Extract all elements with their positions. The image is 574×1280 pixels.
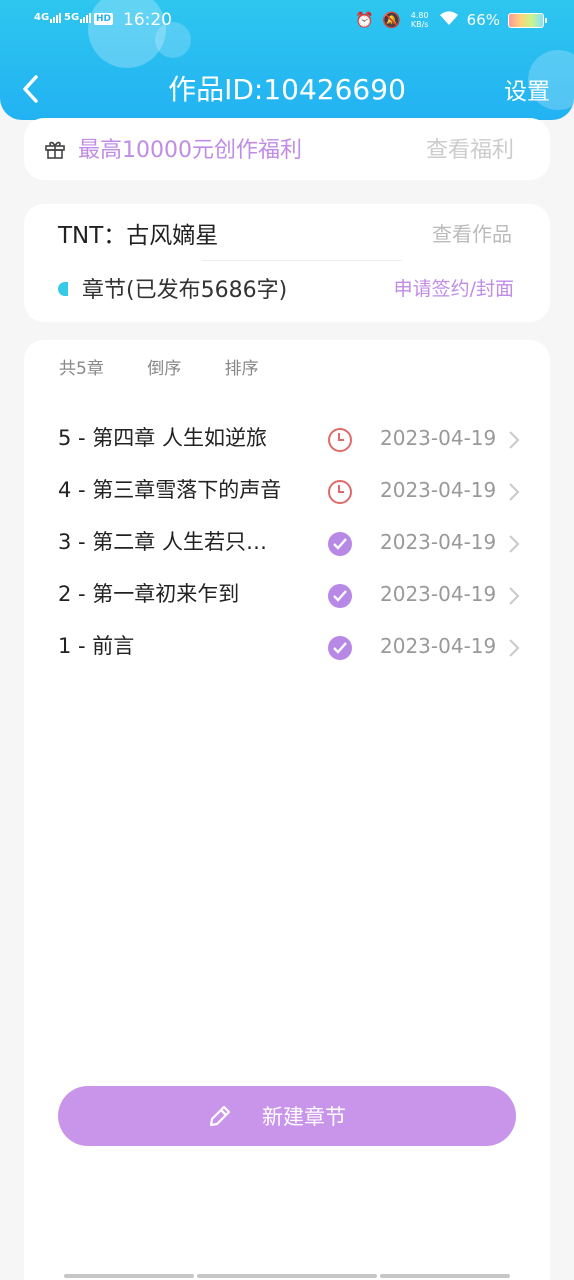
sort-button[interactable]: 排序	[225, 354, 259, 379]
clock-pending-icon	[328, 480, 352, 504]
clock-time: 16:20	[123, 10, 172, 30]
chevron-right-icon	[509, 639, 520, 657]
chapters-label: 章节(已发布5686字)	[82, 278, 288, 303]
view-benefits-link[interactable]: 查看福利	[426, 132, 514, 164]
chapter-title: 5 - 第四章 人生如逆旅	[58, 426, 267, 450]
chapter-date: 2023-04-19	[380, 582, 497, 606]
check-done-icon	[328, 532, 352, 556]
chapter-title: 3 - 第二章 人生若只…	[58, 530, 267, 554]
signal-icon: 5G	[64, 12, 92, 23]
chapter-date: 2023-04-19	[380, 426, 497, 450]
chapter-title: 2 - 第一章初来乍到	[58, 582, 240, 606]
status-bar: 4G 5G HD 16:20 ⏰ 🔕 4.80 KB/s 66%	[0, 8, 574, 36]
chapter-date: 2023-04-19	[380, 478, 497, 502]
chevron-right-icon	[509, 431, 520, 449]
new-chapter-label: 新建章节	[262, 1105, 346, 1129]
apply-sign-cover-link[interactable]: 申请签约/封面	[394, 274, 514, 301]
wifi-icon	[439, 10, 459, 30]
chapter-row[interactable]: 3 - 第二章 人生若只… 2023-04-19	[24, 522, 550, 566]
scroll-indicator	[197, 1274, 377, 1278]
hd-voice-icon: HD	[94, 13, 114, 25]
chapter-row[interactable]: 4 - 第三章雪落下的声音 2023-04-19	[24, 470, 550, 514]
scroll-indicator	[380, 1274, 510, 1278]
work-info-card: TNT：古风嫡星 查看作品 章节(已发布5686字) 申请签约/封面	[24, 204, 550, 322]
work-name: TNT：古风嫡星	[58, 223, 219, 249]
signal-icon: 4G	[34, 12, 62, 23]
section-marker-icon	[58, 282, 68, 296]
new-chapter-button[interactable]: 新建章节	[58, 1086, 516, 1146]
mute-icon: 🔕	[381, 11, 401, 29]
chapter-row[interactable]: 1 - 前言 2023-04-19	[24, 626, 550, 670]
chevron-right-icon	[509, 587, 520, 605]
chapter-title: 1 - 前言	[58, 634, 135, 658]
pencil-icon	[209, 1105, 231, 1127]
chevron-right-icon	[509, 535, 520, 553]
list-toolbar: 共5章 倒序 排序	[59, 354, 297, 379]
page-title: 作品ID:10426690	[168, 73, 406, 106]
clock-pending-icon	[328, 428, 352, 452]
settings-button[interactable]: 设置	[504, 72, 550, 106]
check-done-icon	[328, 584, 352, 608]
benefit-text: 最高10000元创作福利	[78, 138, 302, 163]
chapter-date: 2023-04-19	[380, 530, 497, 554]
divider	[202, 260, 402, 261]
battery-icon	[508, 12, 547, 28]
alarm-icon: ⏰	[355, 11, 374, 29]
net-speed: 4.80 KB/s	[410, 11, 429, 29]
chevron-right-icon	[509, 483, 520, 501]
reverse-order-button[interactable]: 倒序	[147, 354, 181, 379]
chapter-count: 共5章	[59, 359, 104, 379]
chapter-title: 4 - 第三章雪落下的声音	[58, 478, 282, 502]
view-work-link[interactable]: 查看作品	[432, 218, 512, 247]
chapter-row[interactable]: 5 - 第四章 人生如逆旅 2023-04-19	[24, 418, 550, 462]
benefit-banner[interactable]: 最高10000元创作福利 查看福利	[24, 118, 550, 180]
header-bar: 4G 5G HD 16:20 ⏰ 🔕 4.80 KB/s 66% 作品ID:10…	[0, 0, 574, 120]
battery-percent: 66%	[466, 11, 500, 29]
check-done-icon	[328, 636, 352, 660]
gift-icon	[45, 141, 65, 159]
chapter-row[interactable]: 2 - 第一章初来乍到 2023-04-19	[24, 574, 550, 618]
scroll-indicator	[64, 1274, 194, 1278]
chapter-date: 2023-04-19	[380, 634, 497, 658]
